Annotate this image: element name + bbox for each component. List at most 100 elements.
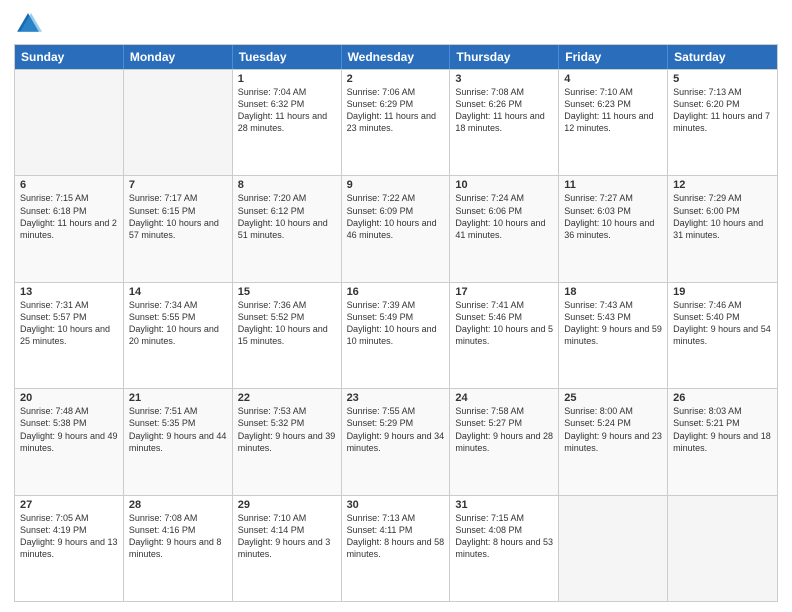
day-number: 25 — [564, 392, 662, 404]
day-info: Sunrise: 7:41 AM Sunset: 5:46 PM Dayligh… — [455, 299, 553, 348]
day-number: 26 — [673, 392, 772, 404]
day-info: Sunrise: 7:17 AM Sunset: 6:15 PM Dayligh… — [129, 192, 227, 241]
day-number: 6 — [20, 179, 118, 191]
calendar-header-row: SundayMondayTuesdayWednesdayThursdayFrid… — [15, 45, 777, 69]
day-cell-10: 10Sunrise: 7:24 AM Sunset: 6:06 PM Dayli… — [450, 176, 559, 281]
day-header-sunday: Sunday — [15, 45, 124, 69]
day-cell-14: 14Sunrise: 7:34 AM Sunset: 5:55 PM Dayli… — [124, 283, 233, 388]
day-number: 24 — [455, 392, 553, 404]
day-cell-17: 17Sunrise: 7:41 AM Sunset: 5:46 PM Dayli… — [450, 283, 559, 388]
empty-cell — [559, 496, 668, 601]
day-number: 7 — [129, 179, 227, 191]
day-info: Sunrise: 7:51 AM Sunset: 5:35 PM Dayligh… — [129, 405, 227, 454]
day-info: Sunrise: 7:53 AM Sunset: 5:32 PM Dayligh… — [238, 405, 336, 454]
day-cell-1: 1Sunrise: 7:04 AM Sunset: 6:32 PM Daylig… — [233, 70, 342, 175]
day-cell-26: 26Sunrise: 8:03 AM Sunset: 5:21 PM Dayli… — [668, 389, 777, 494]
day-number: 12 — [673, 179, 772, 191]
day-number: 20 — [20, 392, 118, 404]
day-info: Sunrise: 7:05 AM Sunset: 4:19 PM Dayligh… — [20, 512, 118, 561]
day-header-thursday: Thursday — [450, 45, 559, 69]
day-number: 21 — [129, 392, 227, 404]
day-number: 11 — [564, 179, 662, 191]
day-number: 15 — [238, 286, 336, 298]
day-cell-8: 8Sunrise: 7:20 AM Sunset: 6:12 PM Daylig… — [233, 176, 342, 281]
day-info: Sunrise: 7:04 AM Sunset: 6:32 PM Dayligh… — [238, 86, 336, 135]
day-info: Sunrise: 7:15 AM Sunset: 4:08 PM Dayligh… — [455, 512, 553, 561]
day-number: 4 — [564, 73, 662, 85]
day-info: Sunrise: 7:29 AM Sunset: 6:00 PM Dayligh… — [673, 192, 772, 241]
page: SundayMondayTuesdayWednesdayThursdayFrid… — [0, 0, 792, 612]
logo — [14, 10, 46, 38]
day-header-tuesday: Tuesday — [233, 45, 342, 69]
day-cell-12: 12Sunrise: 7:29 AM Sunset: 6:00 PM Dayli… — [668, 176, 777, 281]
day-number: 18 — [564, 286, 662, 298]
day-info: Sunrise: 7:34 AM Sunset: 5:55 PM Dayligh… — [129, 299, 227, 348]
day-info: Sunrise: 7:58 AM Sunset: 5:27 PM Dayligh… — [455, 405, 553, 454]
day-info: Sunrise: 7:55 AM Sunset: 5:29 PM Dayligh… — [347, 405, 445, 454]
day-number: 8 — [238, 179, 336, 191]
day-number: 30 — [347, 499, 445, 511]
day-number: 23 — [347, 392, 445, 404]
calendar-row: 6Sunrise: 7:15 AM Sunset: 6:18 PM Daylig… — [15, 175, 777, 281]
day-cell-31: 31Sunrise: 7:15 AM Sunset: 4:08 PM Dayli… — [450, 496, 559, 601]
day-cell-30: 30Sunrise: 7:13 AM Sunset: 4:11 PM Dayli… — [342, 496, 451, 601]
day-cell-13: 13Sunrise: 7:31 AM Sunset: 5:57 PM Dayli… — [15, 283, 124, 388]
day-number: 17 — [455, 286, 553, 298]
day-cell-29: 29Sunrise: 7:10 AM Sunset: 4:14 PM Dayli… — [233, 496, 342, 601]
day-number: 16 — [347, 286, 445, 298]
header — [14, 10, 778, 38]
day-info: Sunrise: 8:03 AM Sunset: 5:21 PM Dayligh… — [673, 405, 772, 454]
day-cell-28: 28Sunrise: 7:08 AM Sunset: 4:16 PM Dayli… — [124, 496, 233, 601]
day-info: Sunrise: 7:13 AM Sunset: 6:20 PM Dayligh… — [673, 86, 772, 135]
day-number: 14 — [129, 286, 227, 298]
day-cell-16: 16Sunrise: 7:39 AM Sunset: 5:49 PM Dayli… — [342, 283, 451, 388]
day-info: Sunrise: 7:27 AM Sunset: 6:03 PM Dayligh… — [564, 192, 662, 241]
day-info: Sunrise: 7:13 AM Sunset: 4:11 PM Dayligh… — [347, 512, 445, 561]
day-cell-21: 21Sunrise: 7:51 AM Sunset: 5:35 PM Dayli… — [124, 389, 233, 494]
day-number: 27 — [20, 499, 118, 511]
day-cell-2: 2Sunrise: 7:06 AM Sunset: 6:29 PM Daylig… — [342, 70, 451, 175]
day-info: Sunrise: 7:48 AM Sunset: 5:38 PM Dayligh… — [20, 405, 118, 454]
day-cell-20: 20Sunrise: 7:48 AM Sunset: 5:38 PM Dayli… — [15, 389, 124, 494]
day-info: Sunrise: 7:10 AM Sunset: 6:23 PM Dayligh… — [564, 86, 662, 135]
logo-icon — [14, 10, 42, 38]
calendar-body: 1Sunrise: 7:04 AM Sunset: 6:32 PM Daylig… — [15, 69, 777, 601]
day-cell-27: 27Sunrise: 7:05 AM Sunset: 4:19 PM Dayli… — [15, 496, 124, 601]
day-header-wednesday: Wednesday — [342, 45, 451, 69]
day-number: 31 — [455, 499, 553, 511]
day-cell-7: 7Sunrise: 7:17 AM Sunset: 6:15 PM Daylig… — [124, 176, 233, 281]
day-number: 13 — [20, 286, 118, 298]
calendar-row: 13Sunrise: 7:31 AM Sunset: 5:57 PM Dayli… — [15, 282, 777, 388]
day-number: 19 — [673, 286, 772, 298]
empty-cell — [668, 496, 777, 601]
day-number: 1 — [238, 73, 336, 85]
day-info: Sunrise: 7:24 AM Sunset: 6:06 PM Dayligh… — [455, 192, 553, 241]
day-number: 5 — [673, 73, 772, 85]
day-number: 3 — [455, 73, 553, 85]
day-cell-5: 5Sunrise: 7:13 AM Sunset: 6:20 PM Daylig… — [668, 70, 777, 175]
calendar-row: 27Sunrise: 7:05 AM Sunset: 4:19 PM Dayli… — [15, 495, 777, 601]
day-number: 2 — [347, 73, 445, 85]
empty-cell — [15, 70, 124, 175]
day-cell-25: 25Sunrise: 8:00 AM Sunset: 5:24 PM Dayli… — [559, 389, 668, 494]
empty-cell — [124, 70, 233, 175]
day-info: Sunrise: 7:15 AM Sunset: 6:18 PM Dayligh… — [20, 192, 118, 241]
day-cell-23: 23Sunrise: 7:55 AM Sunset: 5:29 PM Dayli… — [342, 389, 451, 494]
day-number: 22 — [238, 392, 336, 404]
day-cell-18: 18Sunrise: 7:43 AM Sunset: 5:43 PM Dayli… — [559, 283, 668, 388]
day-header-friday: Friday — [559, 45, 668, 69]
day-number: 10 — [455, 179, 553, 191]
day-info: Sunrise: 7:31 AM Sunset: 5:57 PM Dayligh… — [20, 299, 118, 348]
day-info: Sunrise: 7:46 AM Sunset: 5:40 PM Dayligh… — [673, 299, 772, 348]
day-info: Sunrise: 7:08 AM Sunset: 4:16 PM Dayligh… — [129, 512, 227, 561]
day-info: Sunrise: 7:43 AM Sunset: 5:43 PM Dayligh… — [564, 299, 662, 348]
calendar-row: 20Sunrise: 7:48 AM Sunset: 5:38 PM Dayli… — [15, 388, 777, 494]
day-cell-9: 9Sunrise: 7:22 AM Sunset: 6:09 PM Daylig… — [342, 176, 451, 281]
day-cell-19: 19Sunrise: 7:46 AM Sunset: 5:40 PM Dayli… — [668, 283, 777, 388]
day-cell-3: 3Sunrise: 7:08 AM Sunset: 6:26 PM Daylig… — [450, 70, 559, 175]
day-info: Sunrise: 7:06 AM Sunset: 6:29 PM Dayligh… — [347, 86, 445, 135]
calendar: SundayMondayTuesdayWednesdayThursdayFrid… — [14, 44, 778, 602]
day-cell-24: 24Sunrise: 7:58 AM Sunset: 5:27 PM Dayli… — [450, 389, 559, 494]
day-cell-4: 4Sunrise: 7:10 AM Sunset: 6:23 PM Daylig… — [559, 70, 668, 175]
day-cell-6: 6Sunrise: 7:15 AM Sunset: 6:18 PM Daylig… — [15, 176, 124, 281]
